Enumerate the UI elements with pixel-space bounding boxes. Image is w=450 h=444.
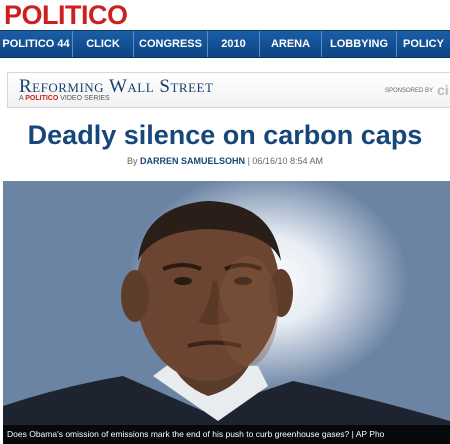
- nav-item-congress[interactable]: CONGRESS: [134, 31, 208, 57]
- sponsored-label: SPONSORED BY: [385, 88, 434, 94]
- video-series-banner[interactable]: Reforming Wall Street A POLITICO VIDEO S…: [7, 72, 450, 108]
- banner-sub-suffix: VIDEO SERIES: [60, 95, 110, 102]
- article-headline[interactable]: Deadly silence on carbon caps: [0, 120, 450, 151]
- nav-item-arena[interactable]: ARENA: [260, 31, 322, 57]
- byline-separator: |: [247, 156, 250, 166]
- article-byline: By DARREN SAMUELSOHN | 06/16/10 8:54 AM: [0, 156, 450, 166]
- photo-caption: Does Obama's omission of emissions mark …: [3, 425, 450, 444]
- nav-item-politico-44[interactable]: POLITICO 44: [0, 31, 73, 57]
- banner-sub-prefix: A: [19, 95, 24, 102]
- nav-item-click[interactable]: CLICK: [73, 31, 134, 57]
- banner-subtitle: A POLITICO VIDEO SERIES: [19, 95, 110, 102]
- main-nav: POLITICO 44 CLICK CONGRESS 2010 ARENA LO…: [0, 30, 450, 58]
- banner-sub-brand: POLITICO: [25, 95, 59, 102]
- byline-prefix: By: [127, 156, 138, 166]
- sponsor-logo[interactable]: ci: [437, 82, 449, 98]
- byline-author[interactable]: DARREN SAMUELSOHN: [140, 156, 245, 166]
- nav-item-policy[interactable]: POLICY: [397, 31, 450, 57]
- nav-item-2010[interactable]: 2010: [208, 31, 260, 57]
- photo-illustration: [3, 201, 450, 444]
- byline-date: 06/16/10 8:54 AM: [252, 156, 323, 166]
- nav-item-lobbying[interactable]: LOBBYING: [322, 31, 397, 57]
- article-photo[interactable]: [3, 181, 450, 444]
- politico-logo[interactable]: POLITICO: [4, 0, 128, 30]
